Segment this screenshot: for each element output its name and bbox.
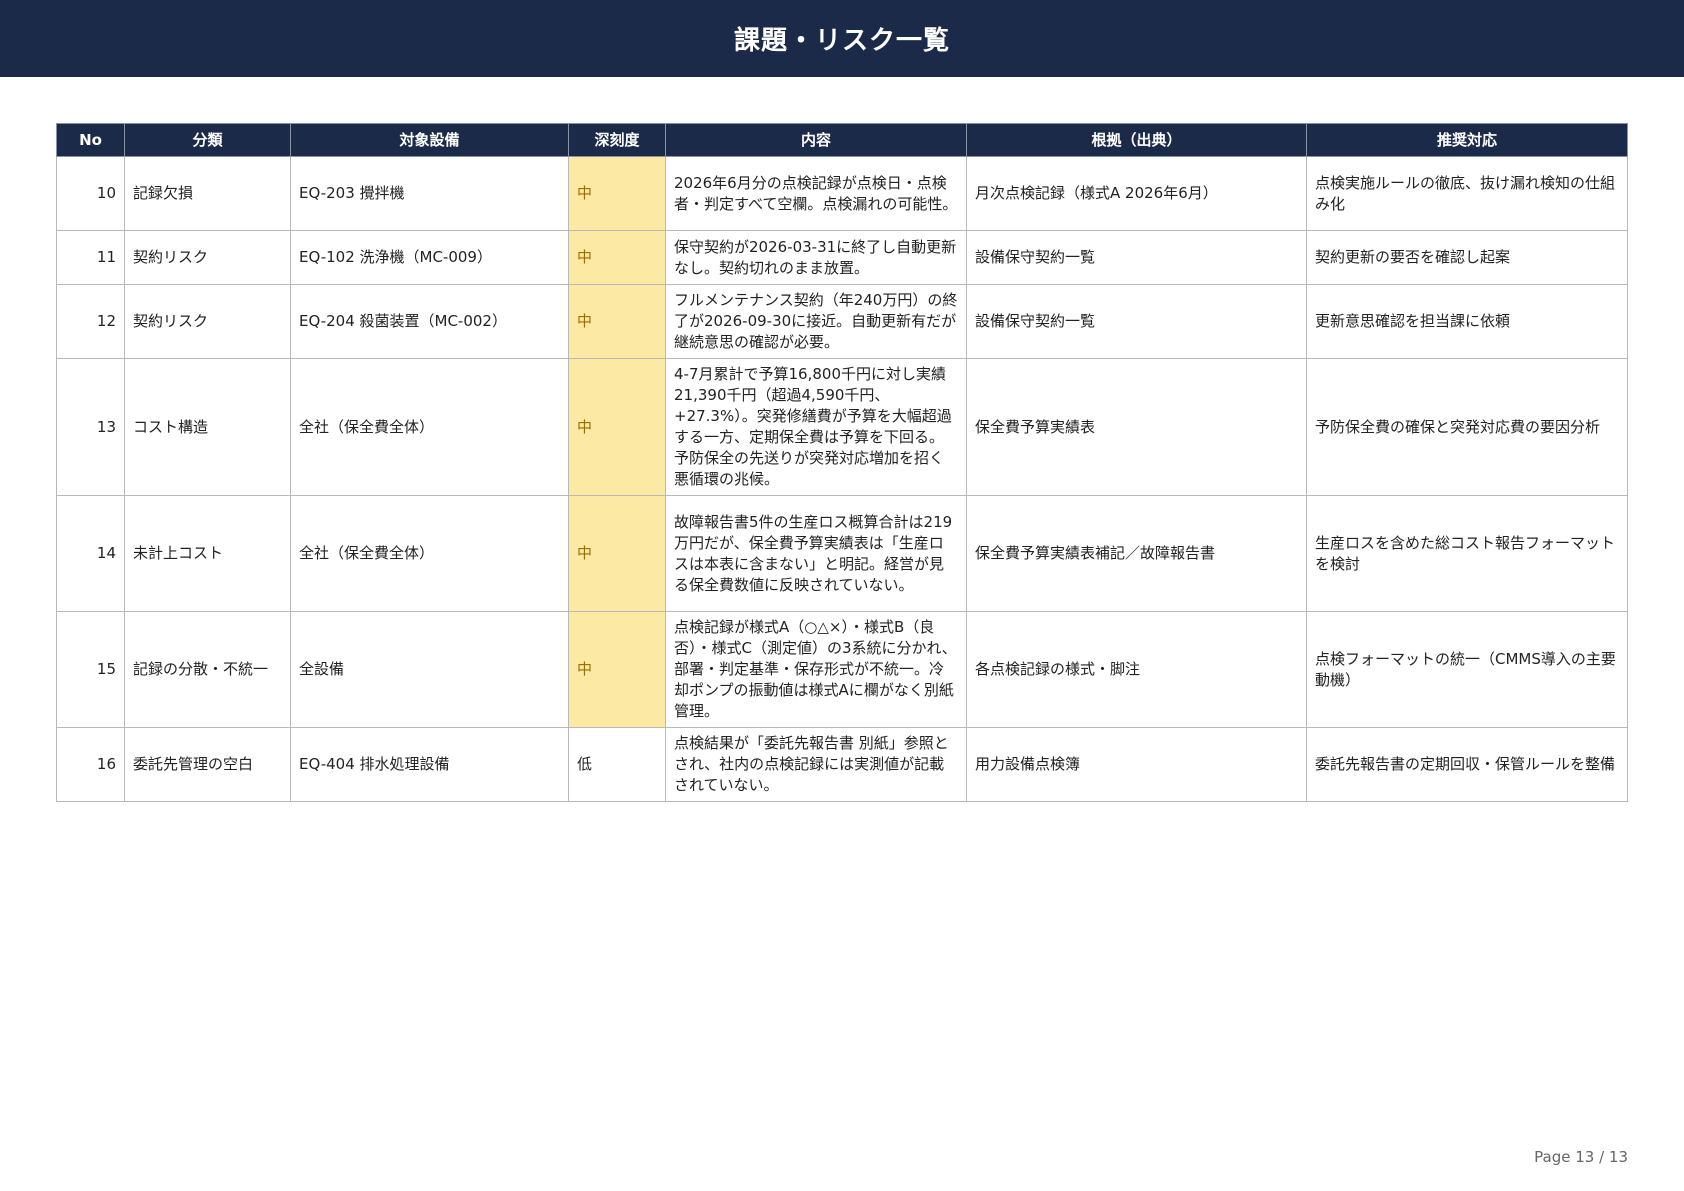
- row-category: 契約リスク: [124, 230, 291, 285]
- page-number: Page 13 / 13: [1534, 1148, 1628, 1166]
- row-content: フルメンテナンス契約（年240万円）の終了が2026-09-30に接近。自動更新…: [665, 284, 967, 359]
- row-content: 点検記録が様式A（○△×）・様式B（良否）・様式C（測定値）の3系統に分かれ、部…: [665, 611, 967, 728]
- row-category: 委託先管理の空白: [124, 727, 291, 802]
- row-no: 12: [56, 284, 125, 359]
- column-header-equipment: 対象設備: [290, 123, 569, 157]
- row-source: 保全費予算実績表: [966, 358, 1307, 496]
- row-category: 未計上コスト: [124, 495, 291, 612]
- row-no: 13: [56, 358, 125, 496]
- row-source: 保全費予算実績表補記／故障報告書: [966, 495, 1307, 612]
- row-equipment: 全社（保全費全体）: [290, 495, 569, 612]
- row-category: コスト構造: [124, 358, 291, 496]
- table-header-row: No 分類 対象設備 深刻度 内容 根拠（出典） 推奨対応: [56, 123, 1628, 157]
- severity-badge: 中: [568, 358, 666, 496]
- row-action: 生産ロスを含めた総コスト報告フォーマットを検討: [1306, 495, 1628, 612]
- row-equipment: 全設備: [290, 611, 569, 728]
- severity-badge: 中: [568, 611, 666, 728]
- column-header-category: 分類: [124, 123, 291, 157]
- page-title: 課題・リスク一覧: [733, 26, 950, 56]
- table-row: 11 契約リスク EQ-102 洗浄機（MC-009） 中 保守契約が2026-…: [56, 230, 1628, 285]
- row-source: 用力設備点検簿: [966, 727, 1307, 802]
- table-row: 10 記録欠損 EQ-203 攪拌機 中 2026年6月分の点検記録が点検日・点…: [56, 156, 1628, 231]
- row-action: 更新意思確認を担当課に依頼: [1306, 284, 1628, 359]
- severity-badge: 中: [568, 230, 666, 285]
- row-source: 設備保守契約一覧: [966, 284, 1307, 359]
- row-action: 契約更新の要否を確認し起案: [1306, 230, 1628, 285]
- row-equipment: EQ-102 洗浄機（MC-009）: [290, 230, 569, 285]
- severity-badge: 中: [568, 284, 666, 359]
- row-action: 点検フォーマットの統一（CMMS導入の主要動機）: [1306, 611, 1628, 728]
- row-no: 15: [56, 611, 125, 728]
- row-content: 点検結果が「委託先報告書 別紙」参照とされ、社内の点検記録には実測値が記載されて…: [665, 727, 967, 802]
- row-action: 委託先報告書の定期回収・保管ルールを整備: [1306, 727, 1628, 802]
- title-bar: 課題・リスク一覧: [0, 0, 1684, 77]
- row-content: 2026年6月分の点検記録が点検日・点検者・判定すべて空欄。点検漏れの可能性。: [665, 156, 967, 231]
- row-equipment: 全社（保全費全体）: [290, 358, 569, 496]
- row-no: 10: [56, 156, 125, 231]
- row-equipment: EQ-404 排水処理設備: [290, 727, 569, 802]
- column-header-source: 根拠（出典）: [966, 123, 1307, 157]
- column-header-content: 内容: [665, 123, 967, 157]
- severity-badge: 中: [568, 156, 666, 231]
- row-category: 記録欠損: [124, 156, 291, 231]
- row-source: 月次点検記録（様式A 2026年6月）: [966, 156, 1307, 231]
- severity-badge: 低: [568, 727, 666, 802]
- risk-table: No 分類 対象設備 深刻度 内容 根拠（出典） 推奨対応 10 記録欠損 EQ…: [56, 123, 1628, 802]
- row-equipment: EQ-203 攪拌機: [290, 156, 569, 231]
- severity-badge: 中: [568, 495, 666, 612]
- row-category: 記録の分散・不統一: [124, 611, 291, 728]
- column-header-action: 推奨対応: [1306, 123, 1628, 157]
- table-row: 14 未計上コスト 全社（保全費全体） 中 故障報告書5件の生産ロス概算合計は2…: [56, 495, 1628, 612]
- row-action: 予防保全費の確保と突発対応費の要因分析: [1306, 358, 1628, 496]
- table-row: 15 記録の分散・不統一 全設備 中 点検記録が様式A（○△×）・様式B（良否）…: [56, 611, 1628, 728]
- row-no: 14: [56, 495, 125, 612]
- row-content: 故障報告書5件の生産ロス概算合計は219万円だが、保全費予算実績表は「生産ロスは…: [665, 495, 967, 612]
- row-source: 設備保守契約一覧: [966, 230, 1307, 285]
- row-category: 契約リスク: [124, 284, 291, 359]
- row-content: 保守契約が2026-03-31に終了し自動更新なし。契約切れのまま放置。: [665, 230, 967, 285]
- row-no: 16: [56, 727, 125, 802]
- column-header-no: No: [56, 123, 125, 157]
- table-row: 16 委託先管理の空白 EQ-404 排水処理設備 低 点検結果が「委託先報告書…: [56, 727, 1628, 802]
- row-source: 各点検記録の様式・脚注: [966, 611, 1307, 728]
- table-row: 13 コスト構造 全社（保全費全体） 中 4-7月累計で予算16,800千円に対…: [56, 358, 1628, 496]
- column-header-severity: 深刻度: [568, 123, 666, 157]
- row-no: 11: [56, 230, 125, 285]
- table-row: 12 契約リスク EQ-204 殺菌装置（MC-002） 中 フルメンテナンス契…: [56, 284, 1628, 359]
- row-equipment: EQ-204 殺菌装置（MC-002）: [290, 284, 569, 359]
- row-action: 点検実施ルールの徹底、抜け漏れ検知の仕組み化: [1306, 156, 1628, 231]
- row-content: 4-7月累計で予算16,800千円に対し実績21,390千円（超過4,590千円…: [665, 358, 967, 496]
